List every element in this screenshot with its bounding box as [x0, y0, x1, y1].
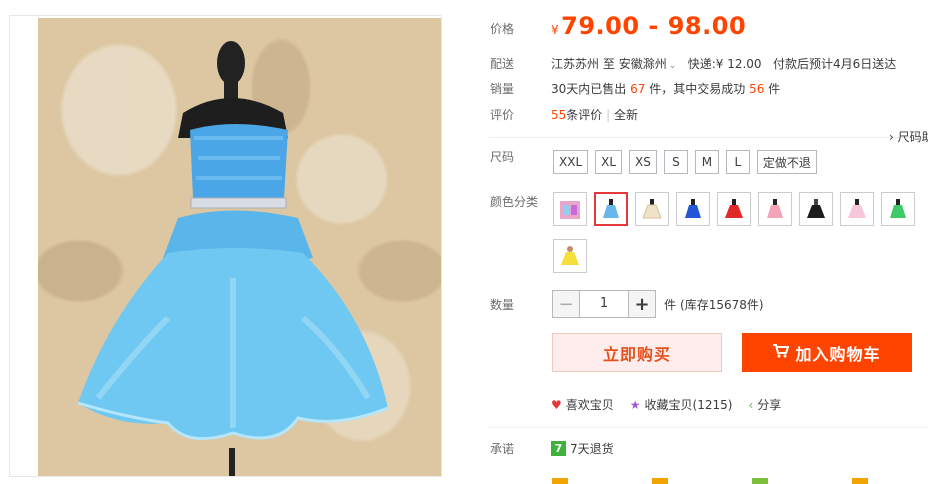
- size-chart-link[interactable]: › 尺码助: [889, 128, 928, 145]
- price-label: 价格: [490, 22, 515, 36]
- reviews-label: 评价: [490, 108, 515, 122]
- sales-prefix: 30天内已售出: [551, 82, 627, 96]
- size-option-xs[interactable]: XS: [629, 150, 657, 174]
- size-options: XXL XL XS S M L 定做不退: [553, 150, 817, 174]
- size-option-custom[interactable]: 定做不退: [756, 150, 817, 174]
- reviews-info: 55条评价 | 全新: [551, 106, 638, 123]
- star-icon: ★: [629, 397, 641, 412]
- add-to-cart-button[interactable]: 加入购物车: [742, 333, 912, 372]
- color-swatch-black[interactable]: [799, 192, 833, 226]
- promise-text: 7天退货: [570, 442, 614, 456]
- add-to-cart-label: 加入购物车: [795, 344, 881, 364]
- price-value: 79.00 - 98.00: [561, 12, 747, 40]
- shipping-info: 江苏苏州 至 安徽滁州 ⌄ 快递:¥ 12.00 付款后预计4月6日送达: [551, 55, 896, 72]
- quantity-label: 数量: [490, 298, 515, 312]
- like-label: 喜欢宝贝: [565, 398, 614, 412]
- sales-sold-count: 67: [630, 82, 646, 96]
- review-condition: 全新: [614, 108, 639, 122]
- color-swatch-multi[interactable]: [553, 192, 587, 226]
- favorite-label: 收藏宝贝(1215): [644, 398, 733, 412]
- mannequin-pole: [229, 448, 235, 476]
- divider: [489, 427, 928, 428]
- divider: [489, 137, 928, 138]
- quantity-input[interactable]: 1: [580, 290, 628, 318]
- share-link[interactable]: ‹ 分享: [748, 396, 781, 413]
- quantity-minus-button[interactable]: −: [552, 290, 580, 318]
- size-option-m[interactable]: M: [694, 150, 719, 174]
- color-swatches: [553, 192, 915, 226]
- quantity-unit: 件: [664, 297, 677, 312]
- currency-symbol: ¥: [551, 23, 560, 37]
- sales-info: 30天内已售出 67 件，其中交易成功 56 件: [551, 80, 780, 97]
- color-swatch-yellow[interactable]: [553, 239, 587, 273]
- chevron-down-icon[interactable]: ⌄: [669, 61, 677, 71]
- payment-row-partial: [490, 476, 910, 484]
- size-label: 尺码: [490, 150, 515, 164]
- shipping-label: 配送: [490, 57, 515, 71]
- quantity-plus-button[interactable]: +: [628, 290, 656, 318]
- dress-illustration: [77, 41, 389, 476]
- color-swatch-royal-blue[interactable]: [676, 192, 710, 226]
- review-unit[interactable]: 条评价: [566, 108, 602, 122]
- sales-suffix: 件: [768, 82, 781, 96]
- promise-info[interactable]: 7 7天退货: [551, 440, 614, 457]
- shipping-to-word: 至: [602, 57, 615, 71]
- share-icon: ‹: [748, 397, 754, 412]
- color-swatches-row2: [553, 239, 587, 273]
- size-option-l[interactable]: L: [725, 150, 750, 174]
- heart-icon: ♥: [551, 397, 562, 412]
- shipping-destination[interactable]: 安徽滁州: [619, 57, 667, 71]
- review-separator: |: [606, 108, 611, 122]
- size-option-xxl[interactable]: XXL: [553, 150, 589, 174]
- color-swatch-champagne[interactable]: [635, 192, 669, 226]
- seven-day-return-icon: 7: [551, 441, 566, 456]
- sales-label: 销量: [490, 82, 515, 96]
- color-swatch-pink[interactable]: [758, 192, 792, 226]
- review-count[interactable]: 55: [551, 108, 566, 122]
- favorite-item-link[interactable]: ★ 收藏宝贝(1215): [630, 396, 733, 413]
- sales-success-count: 56: [749, 82, 765, 96]
- price-range: ¥79.00 - 98.00: [551, 12, 746, 40]
- dress-bodice: [190, 124, 288, 198]
- cart-icon: [773, 343, 790, 362]
- sales-mid: 件，其中交易成功: [649, 82, 746, 96]
- item-actions: ♥ 喜欢宝贝 ★ 收藏宝贝(1215) ‹ 分享: [551, 396, 781, 413]
- color-swatch-light-pink[interactable]: [840, 192, 874, 226]
- color-swatch-red[interactable]: [717, 192, 751, 226]
- promise-label: 承诺: [490, 442, 515, 456]
- stock-info: (库存15678件): [680, 297, 764, 312]
- dress-belt: [190, 197, 287, 209]
- color-swatch-green[interactable]: [881, 192, 915, 226]
- size-option-s[interactable]: S: [663, 150, 688, 174]
- shipping-eta: 付款后预计4月6日送达: [773, 57, 897, 71]
- shipping-from: 江苏苏州: [551, 57, 600, 71]
- buy-now-button[interactable]: 立即购买: [552, 333, 722, 372]
- color-swatch-light-blue[interactable]: [594, 192, 628, 226]
- product-main-image[interactable]: [9, 15, 442, 477]
- like-item-link[interactable]: ♥ 喜欢宝贝: [551, 396, 614, 413]
- shipping-express: 快递:¥ 12.00: [687, 57, 762, 71]
- share-label: 分享: [757, 398, 782, 412]
- shipping-destination-select[interactable]: 安徽滁州 ⌄: [619, 57, 677, 71]
- color-label: 颜色分类: [490, 195, 539, 209]
- quantity-stepper: − 1 + 件 (库存15678件): [552, 290, 764, 318]
- product-photo: [38, 18, 441, 476]
- size-option-xl[interactable]: XL: [595, 150, 623, 174]
